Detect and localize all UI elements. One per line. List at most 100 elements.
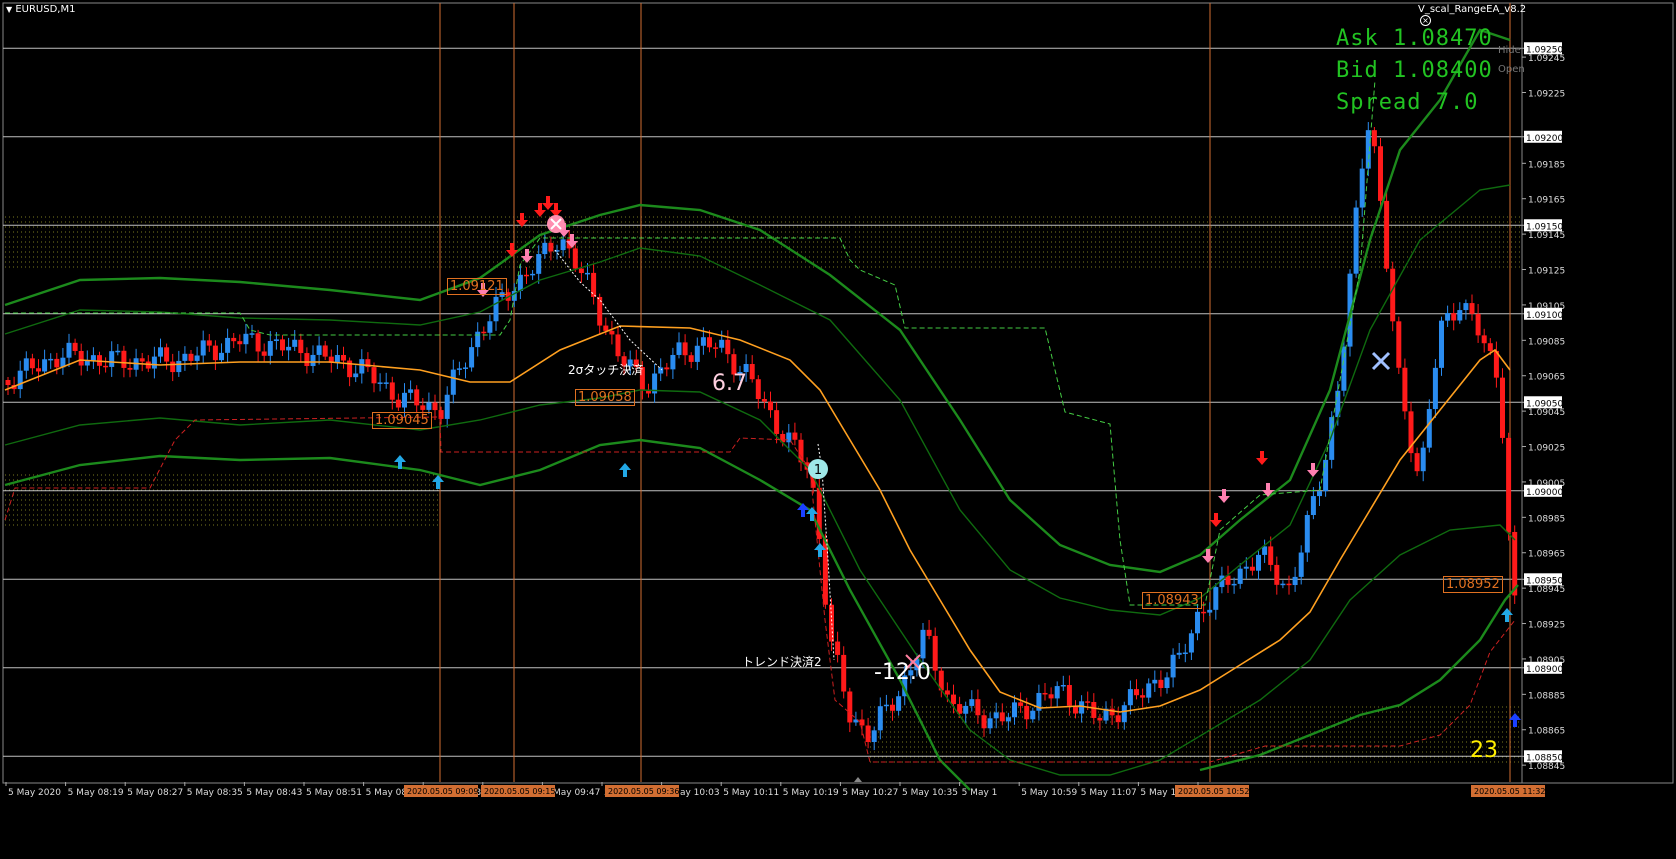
bear-candle[interactable]: [768, 401, 773, 411]
bull-candle[interactable]: [1231, 583, 1237, 586]
bear-candle[interactable]: [1140, 695, 1146, 698]
bear-candle[interactable]: [524, 274, 529, 277]
bear-candle[interactable]: [481, 331, 487, 334]
bull-candle[interactable]: [23, 358, 29, 371]
bear-candle[interactable]: [127, 367, 133, 370]
bull-candle[interactable]: [883, 704, 889, 707]
bull-candle[interactable]: [1188, 633, 1194, 653]
bear-candle[interactable]: [682, 342, 688, 356]
open-button[interactable]: Open: [1498, 64, 1525, 75]
bull-candle[interactable]: [1262, 546, 1268, 555]
bear-candle[interactable]: [981, 715, 987, 729]
bear-candle[interactable]: [774, 410, 780, 434]
bull-candle[interactable]: [1457, 310, 1463, 321]
bull-candle[interactable]: [1170, 654, 1176, 678]
bear-candle[interactable]: [1109, 708, 1115, 716]
bull-candle[interactable]: [426, 402, 432, 410]
bear-candle[interactable]: [1451, 313, 1457, 321]
bear-candle[interactable]: [420, 405, 426, 410]
bear-candle[interactable]: [1097, 717, 1103, 721]
bear-candle[interactable]: [237, 341, 243, 345]
bull-candle[interactable]: [402, 392, 407, 408]
bear-candle[interactable]: [725, 339, 731, 355]
bull-candle[interactable]: [1292, 576, 1298, 586]
bear-candle[interactable]: [1249, 566, 1255, 571]
bull-candle[interactable]: [1213, 587, 1219, 610]
bear-candle[interactable]: [389, 382, 395, 400]
bear-candle[interactable]: [1469, 303, 1475, 314]
bear-candle[interactable]: [688, 355, 694, 362]
bull-candle[interactable]: [700, 337, 706, 346]
bull-candle[interactable]: [993, 712, 999, 719]
bear-candle[interactable]: [1481, 335, 1487, 344]
bear-candle[interactable]: [1475, 313, 1481, 336]
bull-candle[interactable]: [1121, 705, 1127, 723]
bear-candle[interactable]: [188, 353, 194, 361]
bull-candle[interactable]: [1323, 459, 1329, 492]
bear-candle[interactable]: [1018, 702, 1024, 706]
bull-candle[interactable]: [1432, 367, 1438, 410]
buy-arrow-icon[interactable]: [432, 475, 444, 489]
bear-candle[interactable]: [548, 242, 554, 252]
bear-candle[interactable]: [280, 339, 285, 351]
bear-candle[interactable]: [1085, 701, 1091, 703]
bull-candle[interactable]: [249, 333, 255, 335]
bear-candle[interactable]: [322, 345, 328, 357]
bear-candle[interactable]: [304, 353, 310, 367]
bull-candle[interactable]: [1152, 679, 1158, 684]
bear-candle[interactable]: [1500, 377, 1505, 438]
hide-button[interactable]: Hide: [1498, 45, 1521, 56]
bull-candle[interactable]: [1439, 320, 1444, 368]
bull-candle[interactable]: [377, 382, 383, 384]
bull-candle[interactable]: [969, 699, 975, 706]
bull-candle[interactable]: [487, 321, 493, 333]
bull-candle[interactable]: [48, 358, 54, 361]
bull-candle[interactable]: [1079, 701, 1085, 714]
bear-candle[interactable]: [29, 358, 35, 369]
price-chart[interactable]: 11.092501.092451.092251.092001.091851.09…: [0, 0, 1676, 803]
sell-arrow-icon[interactable]: [1307, 463, 1319, 477]
bull-candle[interactable]: [1445, 313, 1451, 321]
bear-candle[interactable]: [1384, 200, 1390, 269]
bear-candle[interactable]: [1286, 583, 1292, 586]
bear-candle[interactable]: [414, 389, 420, 406]
bull-candle[interactable]: [1256, 554, 1261, 571]
bear-candle[interactable]: [231, 337, 237, 342]
bear-candle[interactable]: [890, 704, 895, 711]
bull-candle[interactable]: [151, 356, 157, 369]
bull-candle[interactable]: [1420, 447, 1426, 472]
bull-candle[interactable]: [158, 347, 163, 357]
bull-candle[interactable]: [310, 354, 316, 367]
bull-candle[interactable]: [273, 339, 279, 342]
bull-candle[interactable]: [176, 360, 182, 373]
bull-candle[interactable]: [658, 367, 664, 374]
bull-candle[interactable]: [359, 359, 365, 374]
bear-candle[interactable]: [761, 399, 767, 402]
bull-candle[interactable]: [517, 274, 523, 291]
exit-x-marker[interactable]: [1371, 351, 1391, 371]
bear-candle[interactable]: [1402, 367, 1408, 412]
bear-candle[interactable]: [1134, 689, 1139, 696]
bull-candle[interactable]: [243, 333, 249, 345]
bull-candle[interactable]: [17, 370, 23, 390]
bull-candle[interactable]: [871, 730, 877, 743]
bear-candle[interactable]: [591, 272, 597, 297]
bear-candle[interactable]: [121, 350, 127, 368]
bull-candle[interactable]: [90, 355, 96, 361]
bear-candle[interactable]: [170, 361, 176, 373]
buy-arrow-icon[interactable]: [619, 463, 631, 477]
bear-candle[interactable]: [438, 410, 444, 419]
bull-candle[interactable]: [1280, 583, 1286, 586]
bear-candle[interactable]: [206, 340, 212, 346]
bull-candle[interactable]: [963, 705, 969, 714]
bull-candle[interactable]: [316, 345, 322, 355]
bear-candle[interactable]: [1274, 564, 1280, 585]
bull-candle[interactable]: [676, 342, 682, 355]
sell-arrow-icon[interactable]: [506, 243, 518, 257]
bear-candle[interactable]: [749, 364, 755, 380]
bull-candle[interactable]: [1005, 717, 1011, 722]
bear-candle[interactable]: [835, 641, 841, 655]
bear-candle[interactable]: [847, 691, 853, 723]
bull-candle[interactable]: [267, 341, 273, 356]
bear-candle[interactable]: [572, 248, 578, 269]
